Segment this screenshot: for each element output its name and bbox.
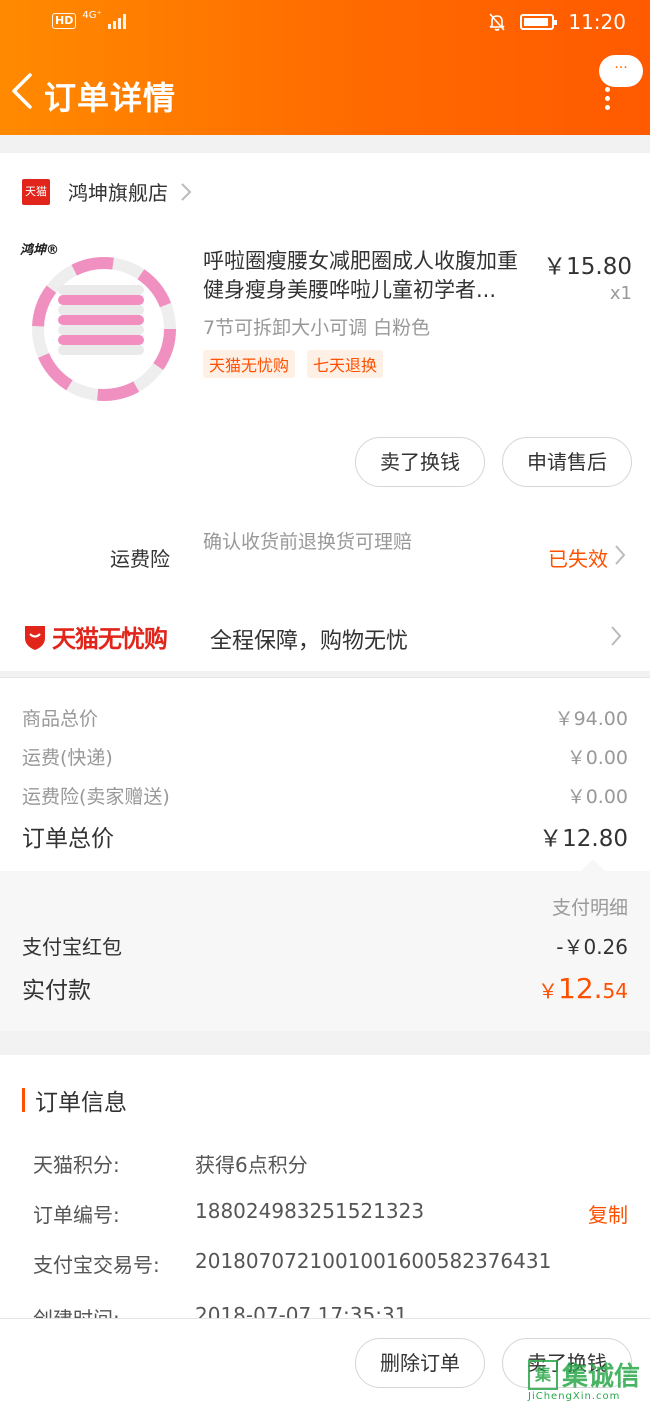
product-sku: 7节可拆卸大小可调 白粉色 <box>203 317 431 339</box>
actual-paid-value: ￥12.54 <box>538 972 628 1005</box>
chevron-right-icon <box>181 182 192 201</box>
signal-icon <box>107 13 126 29</box>
shop-link[interactable]: 天猫 鸿坤旗舰店 <box>22 177 192 206</box>
payment-detail: 支付明细 支付宝红包 -￥0.26 实付款 ￥12.54 <box>0 859 650 1031</box>
shipping-fee-label: 运费(快递) <box>22 747 113 769</box>
apply-after-sale-button[interactable]: 申请售后 <box>502 437 632 487</box>
shipping-fee-row: 运费(快递) ￥0.00 <box>22 743 628 770</box>
shipping-insurance-status[interactable]: 已失效 <box>548 543 608 572</box>
redpacket-label: 支付宝红包 <box>22 935 122 959</box>
status-bar: HD 4G⁺ 11:20 <box>0 0 650 48</box>
back-arrow-icon[interactable] <box>8 71 40 111</box>
nav-bar: 订单详情 ··· <box>0 55 650 130</box>
delete-order-button[interactable]: 删除订单 <box>355 1338 485 1388</box>
page-title: 订单详情 <box>44 79 177 117</box>
watermark-name: 集诚信 <box>562 1362 641 1392</box>
shield-icon <box>25 625 45 650</box>
chevron-right-icon[interactable] <box>610 625 622 647</box>
actual-paid-row: 实付款 ￥12.54 <box>22 971 628 1005</box>
network-type: 4G⁺ <box>82 9 102 21</box>
order-info-heading: 订单信息 <box>35 1090 127 1116</box>
order-number-value: 1880249832515213​23 <box>195 1199 425 1223</box>
shop-name: 鸿坤旗舰店 <box>68 181 168 205</box>
service-tags: 天猫无忧购 七天退换 <box>203 350 384 378</box>
chevron-right-icon[interactable] <box>614 544 626 566</box>
mute-bell-icon <box>489 13 505 31</box>
hd-badge: HD <box>52 13 77 29</box>
watermark-logo-icon: 集 <box>528 1359 558 1390</box>
product-image[interactable]: 鸿坤® <box>20 243 180 403</box>
insurance-fee-label: 运费险(卖家赠送) <box>22 786 170 808</box>
product-title[interactable]: 呼啦圈瘦腰女减肥圈成人收腹加重健身瘦身美腰哗啦儿童初学者... <box>203 247 535 305</box>
site-watermark: 集集诚信 JiChengXin.com <box>528 1356 646 1406</box>
clock: 11:20 <box>568 10 626 34</box>
message-bubble-icon[interactable]: ··· <box>599 55 643 87</box>
tag-seven-day-return: 七天退换 <box>307 350 384 378</box>
alipay-trade-label: 支付宝交易号: <box>33 1253 160 1277</box>
order-info-title: 订单信息 <box>22 1083 127 1117</box>
actual-paid-label: 实付款 <box>22 978 91 1004</box>
amount-integer: 12. <box>558 972 603 1005</box>
sell-for-cash-button[interactable]: 卖了换钱 <box>355 437 485 487</box>
order-total-row: 订单总价 ￥12.80 <box>22 819 628 853</box>
tmall-shop-icon: 天猫 <box>22 178 50 205</box>
app-header: HD 4G⁺ 11:20 订单详情 ··· <box>0 0 650 135</box>
order-total-label: 订单总价 <box>22 826 114 852</box>
goods-total-row: 商品总价 ￥94.00 <box>22 704 628 731</box>
payment-detail-label: 支付明细 <box>551 897 628 919</box>
shipping-fee-value: ￥0.00 <box>566 747 628 769</box>
copy-order-number-button[interactable]: 复制 <box>588 1199 628 1228</box>
points-label: 天猫积分: <box>33 1153 120 1177</box>
price-summary: 商品总价 ￥94.00 运费(快递) ￥0.00 运费险(卖家赠送) ￥0.00… <box>0 677 650 871</box>
currency-symbol: ￥ <box>538 979 559 1003</box>
more-menu-icon[interactable] <box>602 87 612 111</box>
insurance-fee-row: 运费险(卖家赠送) ￥0.00 <box>22 782 628 809</box>
amount-decimal: 54 <box>602 979 628 1003</box>
goods-total-label: 商品总价 <box>22 708 99 730</box>
worry-free-slogan[interactable]: 全程保障，购物无忧 <box>210 623 408 655</box>
order-total-value: ￥12.80 <box>539 826 628 852</box>
hula-hoop-image <box>32 257 176 401</box>
order-item-card: 天猫 鸿坤旗舰店 鸿坤® 呼啦圈瘦腰女减肥圈成人收腹加重健身瘦身美腰哗啦儿童初学… <box>0 153 650 671</box>
product-price: ￥15.80 <box>543 254 632 280</box>
insurance-fee-value: ￥0.00 <box>566 786 628 808</box>
points-value: 获得6点积分 <box>195 1153 308 1177</box>
order-number-label: 订单编号: <box>33 1203 120 1227</box>
worry-free-text: 天猫无忧购 <box>52 625 168 653</box>
redpacket-row: 支付宝红包 -￥0.26 <box>22 931 628 960</box>
tag-worry-free: 天猫无忧购 <box>203 350 296 378</box>
brand-logo: 鸿坤® <box>20 243 60 258</box>
shipping-insurance-desc: 确认收货前退换货可理赔 <box>203 531 413 553</box>
product-quantity: x1 <box>609 283 632 304</box>
redpacket-value: -￥0.26 <box>556 935 628 959</box>
caret-up-icon <box>581 859 605 871</box>
goods-total-value: ￥94.00 <box>554 708 628 730</box>
shipping-insurance-label: 运费险 <box>110 547 170 571</box>
alipay-trade-value: 2018070721001001600582376431 <box>195 1249 552 1273</box>
battery-icon <box>520 14 558 30</box>
worry-free-logo[interactable]: 天猫无忧购 <box>22 619 168 654</box>
